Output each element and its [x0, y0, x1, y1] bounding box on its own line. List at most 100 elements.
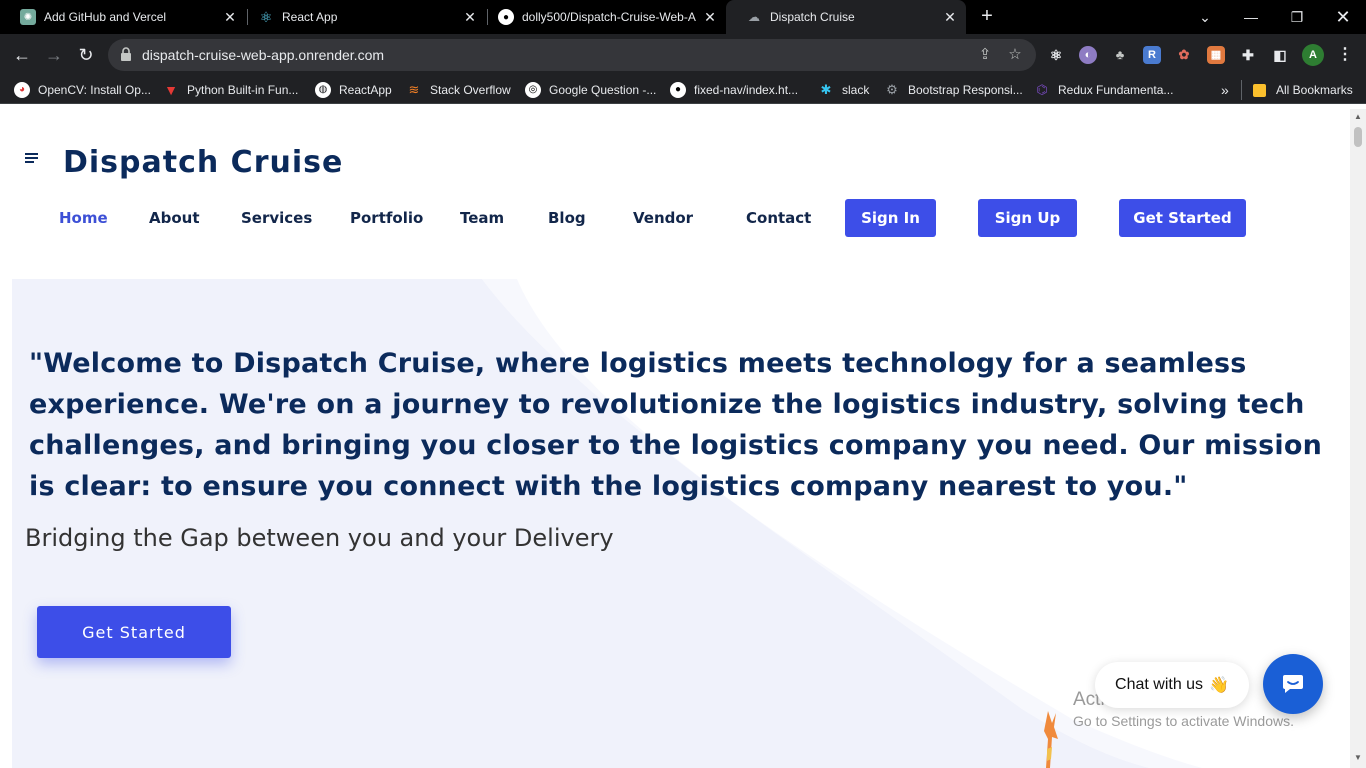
profile-avatar[interactable]: A: [1302, 44, 1324, 66]
tab-search-icon[interactable]: ⌄: [1182, 0, 1228, 34]
tab-strip: ✺ Add GitHub and Vercel ✕ ⚛ React App ✕ …: [0, 0, 1366, 34]
react-icon: ⚛: [259, 8, 273, 25]
nav-blog[interactable]: Blog: [548, 209, 586, 227]
chat-label-text: Chat with us: [1115, 676, 1204, 693]
extension-grid-icon[interactable]: ▦: [1207, 46, 1225, 64]
python-icon: ▼: [164, 82, 178, 98]
get-started-nav-button[interactable]: Get Started: [1119, 199, 1246, 237]
tab-add-github-vercel[interactable]: ✺ Add GitHub and Vercel ✕: [0, 0, 246, 34]
lock-icon: [121, 47, 131, 61]
all-bookmarks[interactable]: All Bookmarks: [1253, 81, 1353, 99]
sign-in-button[interactable]: Sign In: [845, 199, 936, 237]
bookmark-label: Redux Fundamenta...: [1058, 83, 1174, 97]
github-icon: ●: [670, 82, 686, 98]
browser-toolbar: ← → ↻ dispatch-cruise-web-app.onrender.c…: [0, 34, 1366, 76]
redux-icon: ⌬: [1036, 82, 1048, 97]
close-icon[interactable]: ✕: [460, 9, 480, 26]
scroll-down-icon[interactable]: ▼: [1354, 754, 1362, 762]
nav-portfolio[interactable]: Portfolio: [350, 209, 423, 227]
nav-contact[interactable]: Contact: [746, 209, 811, 227]
slack-icon: ✱: [820, 82, 832, 97]
tab-title: Dispatch Cruise: [770, 10, 855, 24]
bookmark-label: ReactApp: [339, 83, 392, 97]
bookmark-item[interactable]: ◍ ReactApp: [315, 81, 392, 99]
bookmark-label: fixed-nav/index.ht...: [694, 83, 799, 97]
forward-icon[interactable]: →: [42, 43, 66, 67]
opencv-icon: ◕: [14, 82, 30, 98]
tab-github-repo[interactable]: ● dolly500/Dispatch-Cruise-Web-A ✕: [478, 0, 726, 34]
bookmark-label: Bootstrap Responsi...: [908, 83, 1023, 97]
bookmark-item[interactable]: ● fixed-nav/index.ht...: [670, 81, 798, 99]
site-brand[interactable]: Dispatch Cruise: [63, 145, 343, 180]
tab-react-app[interactable]: ⚛ React App ✕: [238, 0, 486, 34]
hero-illustration: [1044, 711, 1058, 768]
back-icon[interactable]: ←: [10, 43, 34, 67]
close-icon[interactable]: ✕: [940, 9, 960, 26]
bookmark-item[interactable]: ⌬ Redux Fundamenta...: [1034, 81, 1173, 99]
url-text: dispatch-cruise-web-app.onrender.com: [142, 47, 385, 63]
nav-services[interactable]: Services: [241, 209, 312, 227]
tab-title: dolly500/Dispatch-Cruise-Web-A: [522, 10, 696, 24]
more-bookmarks-icon[interactable]: »: [1221, 81, 1229, 99]
bookmark-item[interactable]: ◎ Google Question -...: [525, 81, 656, 99]
close-icon[interactable]: ✕: [220, 9, 240, 26]
page-scrollbar[interactable]: ▲ ▼: [1350, 109, 1366, 768]
chat-with-us-label[interactable]: Chat with us 👋: [1095, 662, 1249, 708]
bookmark-item[interactable]: ▼ Python Built-in Fun...: [163, 81, 298, 99]
bookmark-label: Stack Overflow: [430, 83, 511, 97]
extensions-puzzle-icon[interactable]: ✚: [1239, 46, 1257, 64]
bootstrap-icon: ⚙: [886, 82, 898, 97]
chat-launcher-button[interactable]: [1263, 654, 1323, 714]
bookmark-label: slack: [842, 83, 870, 97]
extension-r-icon[interactable]: R: [1143, 46, 1161, 64]
bookmark-label: Python Built-in Fun...: [187, 83, 299, 97]
openai-icon: ✺: [20, 9, 36, 25]
google-icon: ◎: [525, 82, 541, 98]
sign-up-button[interactable]: Sign Up: [978, 199, 1077, 237]
stackoverflow-icon: ≋: [408, 82, 420, 97]
wave-emoji-icon: 👋: [1209, 677, 1229, 694]
bookmark-label: OpenCV: Install Op...: [38, 83, 151, 97]
new-tab-icon[interactable]: +: [976, 5, 998, 27]
bookmark-item[interactable]: ✱ slack: [818, 81, 870, 99]
extension-ghost-icon[interactable]: ◐: [1079, 46, 1097, 64]
bookmarks-bar: ◕ OpenCV: Install Op... ▼ Python Built-i…: [0, 76, 1366, 104]
github-icon: ●: [498, 9, 514, 25]
nav-home[interactable]: Home: [59, 209, 108, 227]
all-bookmarks-label: All Bookmarks: [1276, 83, 1353, 97]
extension-colors-icon[interactable]: ✿: [1175, 46, 1193, 64]
hamburger-menu-icon[interactable]: [25, 153, 38, 163]
side-panel-icon[interactable]: ◧: [1271, 46, 1289, 64]
hero-get-started-button[interactable]: Get Started: [37, 606, 231, 658]
tab-title: Add GitHub and Vercel: [44, 10, 167, 24]
bookmark-item[interactable]: ⚙ Bootstrap Responsi...: [884, 81, 1023, 99]
nav-vendor[interactable]: Vendor: [633, 209, 693, 227]
bookmark-item[interactable]: ≋ Stack Overflow: [406, 81, 511, 99]
minimize-icon[interactable]: —: [1228, 0, 1274, 34]
share-icon[interactable]: ⇪: [976, 46, 994, 64]
web-page: Dispatch Cruise Home About Services Port…: [0, 109, 1350, 768]
globe-icon: ◍: [315, 82, 331, 98]
react-devtools-icon[interactable]: ⚛: [1047, 46, 1065, 64]
site-icon: ☁: [748, 10, 760, 24]
folder-icon: [1253, 83, 1266, 97]
scroll-thumb[interactable]: [1354, 127, 1362, 147]
bookmark-label: Google Question -...: [549, 83, 657, 97]
chat-bubble-icon: [1283, 675, 1303, 693]
bookmark-item[interactable]: ◕ OpenCV: Install Op...: [14, 81, 151, 99]
hero-quote: "Welcome to Dispatch Cruise, where logis…: [29, 348, 1323, 502]
extension-graph-icon[interactable]: ♣: [1111, 46, 1129, 64]
activate-subtitle: Go to Settings to activate Windows.: [1073, 713, 1294, 729]
scroll-up-icon[interactable]: ▲: [1354, 113, 1362, 121]
nav-about[interactable]: About: [149, 209, 200, 227]
restore-icon[interactable]: ❐: [1274, 0, 1320, 34]
close-icon[interactable]: ✕: [700, 9, 720, 26]
tab-title: React App: [282, 10, 338, 24]
reload-icon[interactable]: ↻: [74, 43, 98, 67]
menu-kebab-icon[interactable]: ⋮: [1336, 46, 1354, 64]
address-bar[interactable]: dispatch-cruise-web-app.onrender.com ⇪ ☆: [108, 39, 1036, 71]
tab-dispatch-cruise[interactable]: ☁ Dispatch Cruise ✕: [726, 0, 966, 34]
bookmark-star-icon[interactable]: ☆: [1006, 46, 1024, 64]
nav-team[interactable]: Team: [460, 209, 504, 227]
window-close-icon[interactable]: ✕: [1320, 0, 1366, 34]
